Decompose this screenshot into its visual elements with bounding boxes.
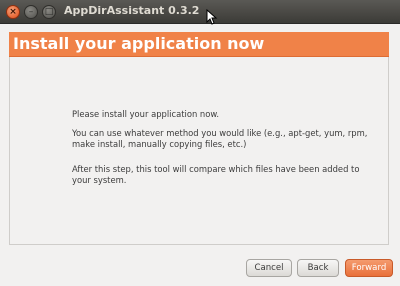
window-titlebar: × – □ AppDirAssistant 0.3.2 [0, 0, 400, 24]
close-window-button[interactable]: × [6, 5, 20, 19]
comparison-text: After this step, this tool will compare … [72, 164, 360, 185]
back-button[interactable]: Back [297, 259, 339, 277]
method-text: You can use whatever method you would li… [72, 128, 368, 149]
maximize-window-button[interactable]: □ [42, 5, 56, 19]
cancel-button[interactable]: Cancel [246, 259, 292, 277]
window-title: AppDirAssistant 0.3.2 [64, 4, 200, 17]
forward-button[interactable]: Forward [345, 259, 393, 277]
mouse-cursor-icon [206, 9, 218, 25]
minimize-window-button[interactable]: – [24, 5, 38, 19]
page-heading: Install your application now [13, 34, 265, 53]
content-panel: Please install your application now. You… [9, 57, 389, 245]
instruction-text: Please install your application now. [72, 109, 220, 119]
page-banner: Install your application now [9, 32, 389, 57]
